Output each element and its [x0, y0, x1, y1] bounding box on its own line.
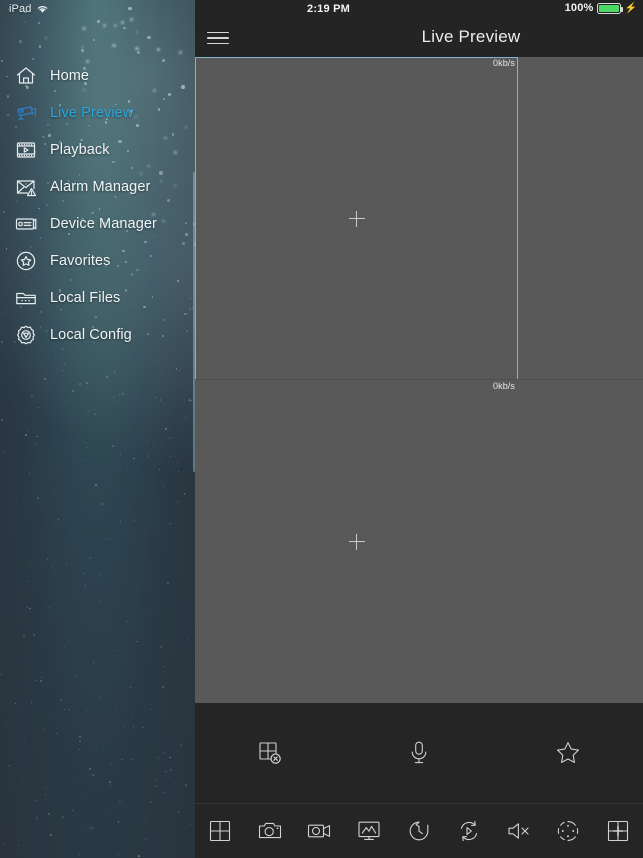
sidebar-item-playback[interactable]: Playback	[0, 131, 195, 168]
cctv-camera-icon	[14, 101, 38, 125]
battery-full-icon	[596, 2, 623, 14]
status-bar-time: 2:19 PM	[307, 3, 350, 15]
gear-icon	[14, 323, 38, 347]
star-circle-icon	[14, 249, 38, 273]
ptz-control-button[interactable]	[543, 804, 593, 858]
layout-split-button[interactable]	[195, 804, 245, 858]
sidebar-menu: Home Live Preview Playback Alarm Manager…	[0, 57, 195, 353]
video-pane[interactable]	[518, 57, 643, 380]
mute-button[interactable]	[494, 804, 544, 858]
sidebar-item-label: Local Config	[50, 326, 132, 343]
sidebar-item-label: Local Files	[50, 289, 121, 306]
wifi-icon	[38, 6, 48, 13]
battery-indicator: 100% ⚡	[565, 2, 637, 14]
app-root: iPad Home Live Preview Playback Alarm Ma…	[0, 0, 643, 858]
ptz-circle-icon	[558, 821, 579, 841]
sidebar-item-alarm-manager[interactable]: Alarm Manager	[0, 168, 195, 205]
status-bar-left: iPad	[9, 3, 49, 15]
speaker-mute-icon	[508, 823, 529, 839]
image-settings-button[interactable]	[344, 804, 394, 858]
device-server-icon	[14, 212, 38, 236]
lightning-bolt-icon: ⚡	[624, 2, 637, 14]
battery-percent-label: 100%	[564, 2, 594, 14]
page-title: Live Preview	[195, 27, 643, 47]
sidebar-item-label: Live Preview	[50, 104, 134, 121]
device-label: iPad	[9, 3, 32, 15]
plus-icon[interactable]	[348, 210, 365, 227]
record-button[interactable]	[295, 804, 345, 858]
bitrate-label: 0kb/s	[492, 58, 515, 68]
video-camera-icon	[308, 824, 331, 838]
instant-playback-button[interactable]	[394, 804, 444, 858]
bitrate-label: 0kb/s	[492, 381, 515, 391]
grid-2x2-icon	[209, 820, 230, 842]
page-title-text: Live Preview	[421, 27, 521, 46]
snapshot-button[interactable]	[245, 804, 295, 858]
camera-icon	[258, 822, 281, 839]
navigation-bar: Live Preview	[195, 19, 643, 57]
clock-rewind-icon	[409, 821, 429, 841]
video-pane[interactable]: 0kb/s	[195, 57, 518, 380]
pane-divider-horizontal	[195, 379, 643, 380]
grid-plus-icon	[608, 820, 629, 842]
sidebar-item-device-manager[interactable]: Device Manager	[0, 205, 195, 242]
star-outline-icon	[557, 742, 580, 763]
video-pane[interactable]	[518, 380, 643, 703]
video-pane[interactable]: 0kb/s	[195, 380, 518, 703]
stream-refresh-icon	[460, 820, 477, 842]
audio-talk-button[interactable]	[344, 703, 493, 803]
alarm-envelope-icon	[14, 175, 38, 199]
sidebar-item-local-files[interactable]: Local Files	[0, 279, 195, 316]
sidebar-item-label: Alarm Manager	[50, 178, 151, 195]
video-grid: 0kb/s 0kb/s	[195, 57, 643, 703]
main-panel: 2:19 PM 100% ⚡ Live Preview 0kb/s 0kb/s	[195, 0, 643, 858]
sidebar-item-label: Favorites	[50, 252, 111, 269]
sidebar: iPad Home Live Preview Playback Alarm Ma…	[0, 0, 195, 858]
sidebar-item-label: Home	[50, 67, 90, 84]
sidebar-item-live-preview[interactable]: Live Preview	[0, 94, 195, 131]
toolbar-bottom	[195, 803, 643, 858]
home-icon	[14, 64, 38, 88]
add-window-button[interactable]	[593, 804, 643, 858]
sidebar-item-label: Device Manager	[50, 215, 157, 232]
sidebar-item-favorites[interactable]: Favorites	[0, 242, 195, 279]
close-all-windows-button[interactable]	[195, 703, 344, 803]
toolbar-middle	[195, 703, 643, 803]
sidebar-item-local-config[interactable]: Local Config	[0, 316, 195, 353]
favorite-button[interactable]	[494, 703, 643, 803]
microphone-icon	[411, 741, 427, 764]
film-play-icon	[14, 138, 38, 162]
plus-icon[interactable]	[348, 533, 365, 550]
stream-switch-button[interactable]	[444, 804, 494, 858]
status-bar-right: 2:19 PM 100% ⚡	[195, 0, 643, 19]
sidebar-item-home[interactable]: Home	[0, 57, 195, 94]
sidebar-item-label: Playback	[50, 141, 110, 158]
folder-icon	[14, 286, 38, 310]
grid-close-icon	[259, 742, 281, 764]
monitor-image-icon	[358, 821, 380, 840]
